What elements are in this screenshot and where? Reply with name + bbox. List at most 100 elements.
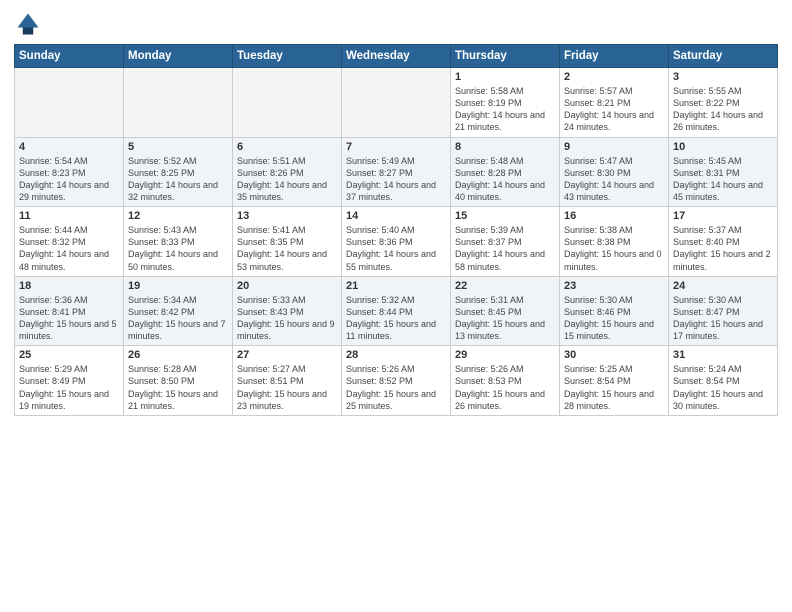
calendar-cell <box>342 68 451 138</box>
calendar-cell: 29Sunrise: 5:26 AM Sunset: 8:53 PM Dayli… <box>451 346 560 416</box>
day-info: Sunrise: 5:41 AM Sunset: 8:35 PM Dayligh… <box>237 224 337 273</box>
calendar-cell: 28 Sunrise: 5:26 AM Sunset: 8:52 PM Dayli… <box>342 346 451 416</box>
day-number: 7 <box>346 141 446 153</box>
calendar-cell: 7 Sunrise: 5:49 AM Sunset: 8:27 PM Daylig… <box>342 137 451 207</box>
day-info: Sunrise: 5:36 AM Sunset: 8:41 PM Dayligh… <box>19 294 119 343</box>
day-info: Sunrise: 5:47 AM Sunset: 8:30 PM Dayligh… <box>564 155 664 204</box>
day-number: 23 <box>564 280 664 292</box>
calendar-cell: 5 Sunrise: 5:52 AM Sunset: 8:25 PM Daylig… <box>124 137 233 207</box>
day-info: Sunrise: 5:31 AM Sunset: 8:45 PM Dayligh… <box>455 294 555 343</box>
logo <box>14 10 46 38</box>
day-info: Sunrise: 5:28 AM Sunset: 8:50 PM Dayligh… <box>128 363 228 412</box>
day-number: 17 <box>673 210 773 222</box>
day-number: 24 <box>673 280 773 292</box>
day-info: Sunrise: 5:48 AM Sunset: 8:28 PM Dayligh… <box>455 155 555 204</box>
calendar-week-3: 11 Sunrise: 5:44 AM Sunset: 8:32 PM Dayli… <box>15 207 778 277</box>
day-number: 31 <box>673 349 773 361</box>
weekday-header-tuesday: Tuesday <box>233 45 342 68</box>
calendar-cell: 3 Sunrise: 5:55 AM Sunset: 8:22 PM Daylig… <box>669 68 778 138</box>
day-number: 11 <box>19 210 119 222</box>
calendar-cell: 8 Sunrise: 5:48 AM Sunset: 8:28 PM Daylig… <box>451 137 560 207</box>
day-info: Sunrise: 5:57 AM Sunset: 8:21 PM Dayligh… <box>564 85 664 134</box>
calendar-cell: 10Sunrise: 5:45 AM Sunset: 8:31 PM Dayli… <box>669 137 778 207</box>
calendar-cell: 17 Sunrise: 5:37 AM Sunset: 8:40 PM Dayli… <box>669 207 778 277</box>
calendar-cell: 26 Sunrise: 5:28 AM Sunset: 8:50 PM Dayli… <box>124 346 233 416</box>
calendar-cell: 4 Sunrise: 5:54 AM Sunset: 8:23 PM Daylig… <box>15 137 124 207</box>
calendar-week-5: 25 Sunrise: 5:29 AM Sunset: 8:49 PM Dayli… <box>15 346 778 416</box>
day-info: Sunrise: 5:34 AM Sunset: 8:42 PM Dayligh… <box>128 294 228 343</box>
day-info: Sunrise: 5:27 AM Sunset: 8:51 PM Dayligh… <box>237 363 337 412</box>
day-info: Sunrise: 5:43 AM Sunset: 8:33 PM Dayligh… <box>128 224 228 273</box>
day-info: Sunrise: 5:51 AM Sunset: 8:26 PM Dayligh… <box>237 155 337 204</box>
calendar-cell: 27 Sunrise: 5:27 AM Sunset: 8:51 PM Dayli… <box>233 346 342 416</box>
day-info: Sunrise: 5:30 AM Sunset: 8:47 PM Dayligh… <box>673 294 773 343</box>
day-info: Sunrise: 5:54 AM Sunset: 8:23 PM Dayligh… <box>19 155 119 204</box>
day-info: Sunrise: 5:45 AM Sunset: 8:31 PM Dayligh… <box>673 155 773 204</box>
day-info: Sunrise: 5:40 AM Sunset: 8:36 PM Dayligh… <box>346 224 446 273</box>
day-info: Sunrise: 5:24 AM Sunset: 8:54 PM Dayligh… <box>673 363 773 412</box>
day-info: Sunrise: 5:25 AM Sunset: 8:54 PM Dayligh… <box>564 363 664 412</box>
day-number: 19 <box>128 280 228 292</box>
day-number: 29 <box>455 349 555 361</box>
day-number: 13 <box>237 210 337 222</box>
day-info: Sunrise: 5:37 AM Sunset: 8:40 PM Dayligh… <box>673 224 773 273</box>
day-number: 2 <box>564 71 664 83</box>
calendar-cell: 16Sunrise: 5:38 AM Sunset: 8:38 PM Dayli… <box>560 207 669 277</box>
logo-icon <box>14 10 42 38</box>
calendar-cell: 1Sunrise: 5:58 AM Sunset: 8:19 PM Daylig… <box>451 68 560 138</box>
day-number: 5 <box>128 141 228 153</box>
weekday-header-thursday: Thursday <box>451 45 560 68</box>
day-number: 15 <box>455 210 555 222</box>
day-info: Sunrise: 5:32 AM Sunset: 8:44 PM Dayligh… <box>346 294 446 343</box>
weekday-header-wednesday: Wednesday <box>342 45 451 68</box>
day-number: 8 <box>455 141 555 153</box>
calendar-cell: 6 Sunrise: 5:51 AM Sunset: 8:26 PM Daylig… <box>233 137 342 207</box>
calendar-cell <box>15 68 124 138</box>
calendar-cell <box>124 68 233 138</box>
weekday-header-monday: Monday <box>124 45 233 68</box>
calendar-cell: 20 Sunrise: 5:33 AM Sunset: 8:43 PM Dayli… <box>233 276 342 346</box>
day-info: Sunrise: 5:30 AM Sunset: 8:46 PM Dayligh… <box>564 294 664 343</box>
day-number: 3 <box>673 71 773 83</box>
calendar-cell: 19 Sunrise: 5:34 AM Sunset: 8:42 PM Dayli… <box>124 276 233 346</box>
day-number: 14 <box>346 210 446 222</box>
day-number: 27 <box>237 349 337 361</box>
day-number: 20 <box>237 280 337 292</box>
day-number: 6 <box>237 141 337 153</box>
day-info: Sunrise: 5:39 AM Sunset: 8:37 PM Dayligh… <box>455 224 555 273</box>
weekday-header-friday: Friday <box>560 45 669 68</box>
calendar-cell: 24 Sunrise: 5:30 AM Sunset: 8:47 PM Dayli… <box>669 276 778 346</box>
calendar-cell <box>233 68 342 138</box>
header <box>14 10 778 38</box>
day-info: Sunrise: 5:55 AM Sunset: 8:22 PM Dayligh… <box>673 85 773 134</box>
day-number: 4 <box>19 141 119 153</box>
calendar-cell: 21 Sunrise: 5:32 AM Sunset: 8:44 PM Dayli… <box>342 276 451 346</box>
calendar-cell: 12 Sunrise: 5:43 AM Sunset: 8:33 PM Dayli… <box>124 207 233 277</box>
day-info: Sunrise: 5:44 AM Sunset: 8:32 PM Dayligh… <box>19 224 119 273</box>
day-number: 30 <box>564 349 664 361</box>
day-info: Sunrise: 5:33 AM Sunset: 8:43 PM Dayligh… <box>237 294 337 343</box>
day-number: 26 <box>128 349 228 361</box>
calendar-week-2: 4 Sunrise: 5:54 AM Sunset: 8:23 PM Daylig… <box>15 137 778 207</box>
calendar-week-4: 18Sunrise: 5:36 AM Sunset: 8:41 PM Dayli… <box>15 276 778 346</box>
day-info: Sunrise: 5:49 AM Sunset: 8:27 PM Dayligh… <box>346 155 446 204</box>
day-info: Sunrise: 5:29 AM Sunset: 8:49 PM Dayligh… <box>19 363 119 412</box>
calendar-cell: 13 Sunrise: 5:41 AM Sunset: 8:35 PM Dayli… <box>233 207 342 277</box>
day-info: Sunrise: 5:26 AM Sunset: 8:52 PM Dayligh… <box>346 363 446 412</box>
calendar-header-row: SundayMondayTuesdayWednesdayThursdayFrid… <box>15 45 778 68</box>
day-number: 9 <box>564 141 664 153</box>
day-number: 28 <box>346 349 446 361</box>
calendar-cell: 15 Sunrise: 5:39 AM Sunset: 8:37 PM Dayli… <box>451 207 560 277</box>
calendar-cell: 9 Sunrise: 5:47 AM Sunset: 8:30 PM Daylig… <box>560 137 669 207</box>
page: SundayMondayTuesdayWednesdayThursdayFrid… <box>0 0 792 612</box>
calendar-cell: 14 Sunrise: 5:40 AM Sunset: 8:36 PM Dayli… <box>342 207 451 277</box>
calendar-week-1: 1Sunrise: 5:58 AM Sunset: 8:19 PM Daylig… <box>15 68 778 138</box>
day-number: 22 <box>455 280 555 292</box>
day-number: 21 <box>346 280 446 292</box>
calendar-cell: 22 Sunrise: 5:31 AM Sunset: 8:45 PM Dayli… <box>451 276 560 346</box>
day-number: 25 <box>19 349 119 361</box>
day-info: Sunrise: 5:52 AM Sunset: 8:25 PM Dayligh… <box>128 155 228 204</box>
day-number: 12 <box>128 210 228 222</box>
calendar-cell: 11 Sunrise: 5:44 AM Sunset: 8:32 PM Dayli… <box>15 207 124 277</box>
weekday-header-sunday: Sunday <box>15 45 124 68</box>
